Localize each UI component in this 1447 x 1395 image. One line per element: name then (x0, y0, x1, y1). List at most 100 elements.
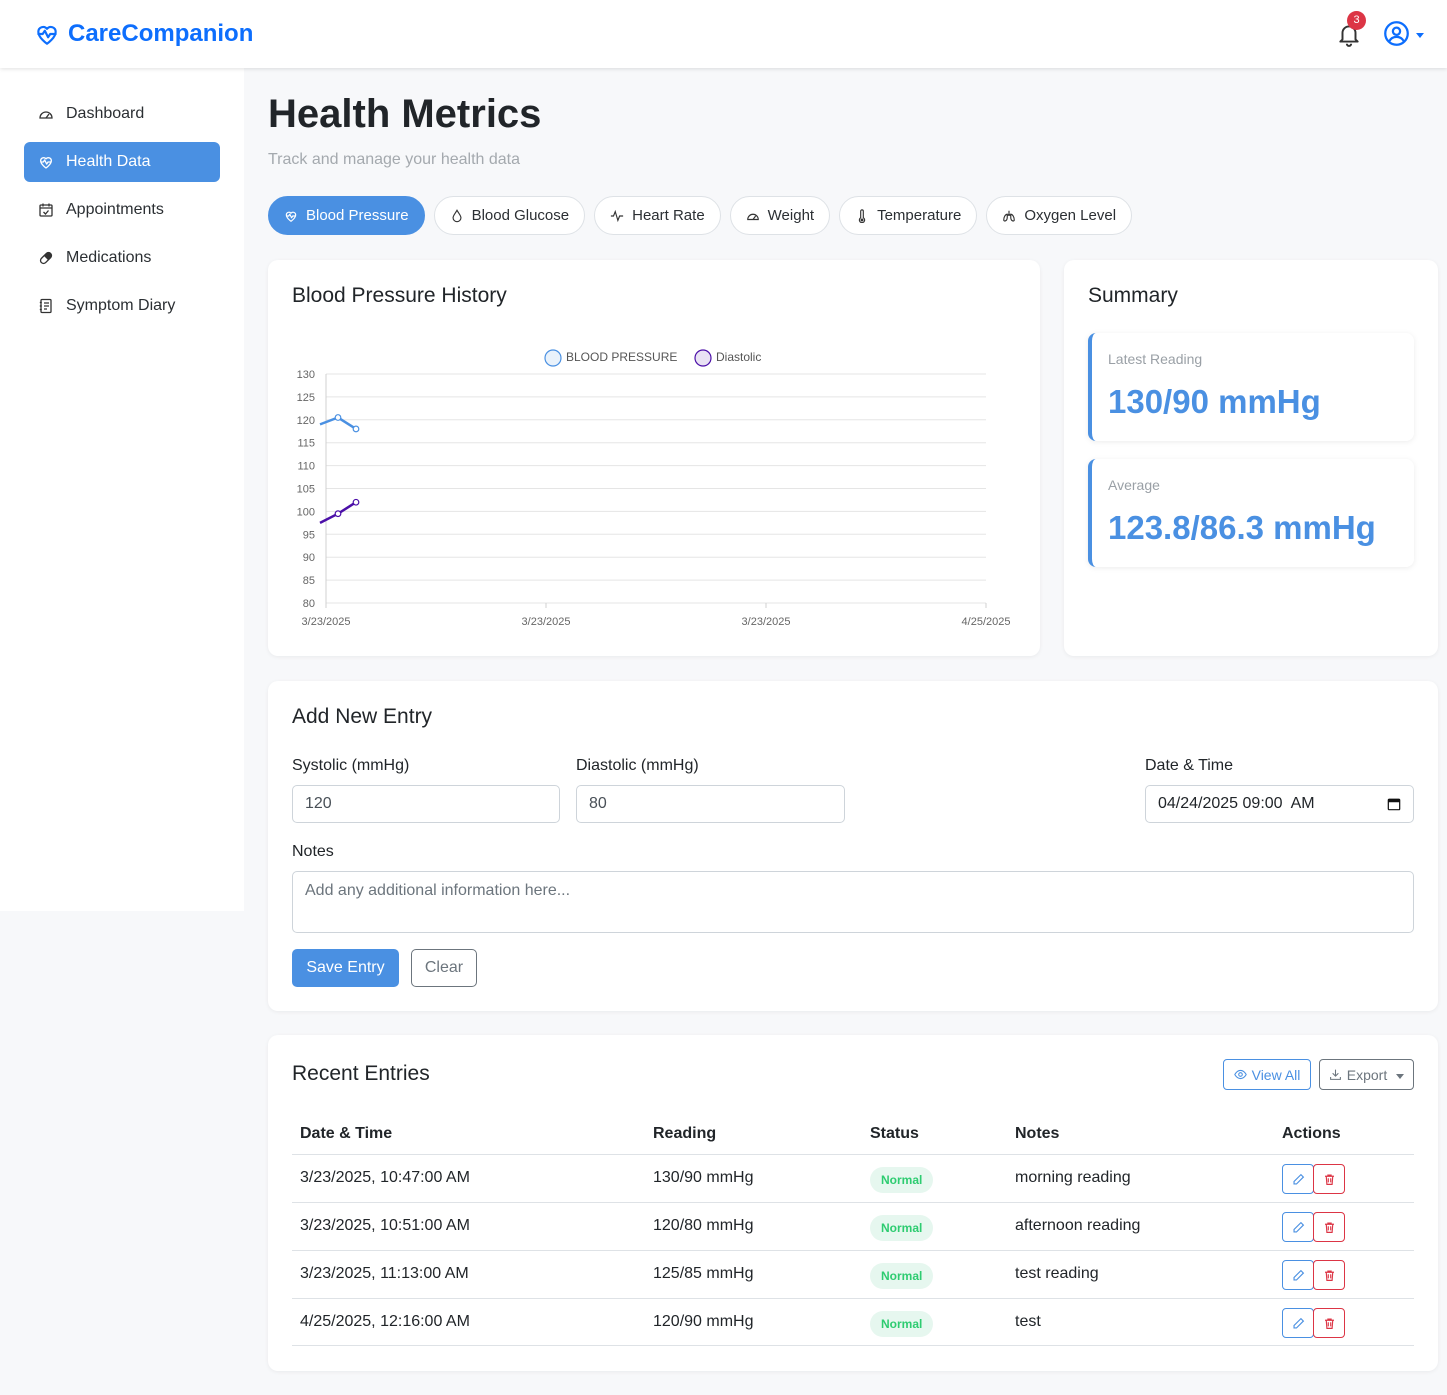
legend-marker (694, 349, 712, 367)
y-tick-label: 100 (297, 506, 315, 518)
datetime-value: 04/24/2025 09:00 AM (1158, 795, 1315, 812)
tab-weight[interactable]: Weight (729, 196, 831, 235)
tab-temperature[interactable]: Temperature (839, 196, 978, 235)
systolic-value: 120 (305, 795, 332, 812)
diastolic-label: Diastolic (mmHg) (576, 757, 699, 774)
x-tick-label: 3/23/2025 (302, 616, 351, 628)
sidebar-item-health-data[interactable]: Health Data (24, 142, 220, 182)
datetime-input[interactable]: 04/24/2025 09:00 AM (1145, 785, 1414, 823)
eye-icon (1233, 1069, 1247, 1080)
chevron-down-icon (1396, 1074, 1405, 1079)
stat-label: Latest Reading (1108, 351, 1203, 367)
trash-icon (1324, 1221, 1334, 1233)
tab-heart-rate[interactable]: Heart Rate (594, 196, 721, 235)
cell-notes: test (1015, 1313, 1041, 1330)
brand-logo[interactable]: CareCompanion (34, 20, 253, 48)
lungs-icon (1003, 210, 1016, 222)
y-tick-label: 105 (297, 484, 315, 496)
trash-icon (1324, 1269, 1334, 1281)
notes-placeholder: Add any additional information here... (305, 882, 571, 899)
systolic-input[interactable]: 120 (292, 785, 560, 823)
calendar-check-icon (39, 203, 53, 217)
trash-icon (1324, 1317, 1334, 1329)
status-badge: Normal (870, 1311, 934, 1337)
sidebar-item-appointments[interactable]: Appointments (24, 190, 220, 230)
edit-button[interactable] (1282, 1308, 1314, 1338)
diastolic-value: 80 (589, 795, 607, 812)
view-all-label: View All (1251, 1066, 1301, 1083)
sidebar-item-label: Medications (66, 249, 152, 266)
tab-label: Blood Glucose (471, 207, 570, 224)
x-tick-label: 4/25/2025 (962, 616, 1011, 628)
notes-label: Notes (292, 843, 334, 860)
notes-textarea[interactable]: Add any additional information here... (292, 871, 1414, 933)
tab-blood-glucose[interactable]: Blood Glucose (433, 196, 586, 235)
average-stat: Average 123.8/86.3 mmHg (1088, 459, 1414, 567)
entry-title: Add New Entry (292, 705, 433, 728)
cell-notes: morning reading (1015, 1169, 1131, 1186)
sidebar-item-label: Dashboard (66, 105, 145, 122)
y-tick-label: 110 (297, 461, 315, 473)
view-all-button[interactable]: View All (1223, 1059, 1311, 1090)
sidebar-item-medications[interactable]: Medications (24, 238, 220, 278)
sidebar-item-dashboard[interactable]: Dashboard (24, 94, 220, 134)
cell-reading: 120/90 mmHg (653, 1313, 754, 1330)
y-tick-label: 80 (303, 598, 315, 610)
status-badge: Normal (870, 1167, 934, 1193)
table-row: 4/25/2025, 12:16:00 AM 120/90 mmHg Norma… (292, 1298, 1414, 1346)
gauge-icon (39, 111, 53, 119)
column-header: Date & Time (300, 1125, 393, 1142)
y-tick-label: 130 (297, 369, 315, 381)
delete-button[interactable] (1313, 1260, 1345, 1290)
edit-button[interactable] (1282, 1164, 1314, 1194)
data-point (352, 425, 360, 433)
clear-button[interactable]: Clear (411, 949, 477, 987)
calendar-icon[interactable] (1387, 797, 1401, 811)
brand-name: CareCompanion (68, 20, 254, 47)
edit-button[interactable] (1282, 1260, 1314, 1290)
sidebar-item-label: Symptom Diary (66, 297, 176, 314)
chevron-down-icon (1416, 33, 1424, 38)
datetime-label: Date & Time (1145, 757, 1234, 774)
tab-blood-pressure[interactable]: Blood Pressure (268, 196, 425, 235)
data-point (352, 498, 360, 506)
sidebar-item-symptom-diary[interactable]: Symptom Diary (24, 286, 220, 326)
sidebar-item-label: Appointments (66, 201, 164, 218)
table-row: 3/23/2025, 11:13:00 AM 125/85 mmHg Norma… (292, 1250, 1414, 1298)
tab-label: Oxygen Level (1024, 207, 1117, 224)
cell-datetime: 3/23/2025, 11:13:00 AM (300, 1265, 469, 1282)
thermometer-icon (858, 208, 866, 223)
delete-button[interactable] (1313, 1212, 1345, 1242)
data-point (334, 510, 342, 518)
summary-title: Summary (1088, 284, 1178, 307)
metric-tabs: Blood Pressure Blood Glucose Heart Rate … (268, 196, 1133, 236)
top-navbar: CareCompanion 3 (0, 0, 1447, 68)
download-icon (1329, 1069, 1341, 1080)
heart-pulse-icon (40, 157, 52, 169)
recent-entries-card: Recent Entries View All Export Date & Ti… (268, 1035, 1438, 1371)
journal-icon (39, 298, 52, 314)
cell-reading: 130/90 mmHg (653, 1169, 754, 1186)
heart-pulse-icon (285, 211, 297, 222)
tab-label: Heart Rate (632, 207, 705, 224)
page-subtitle: Track and manage your health data (268, 151, 521, 168)
x-tick-label: 3/23/2025 (522, 616, 571, 628)
x-tick-label: 3/23/2025 (742, 616, 791, 628)
y-tick-label: 120 (297, 415, 315, 427)
diastolic-input[interactable]: 80 (576, 785, 845, 823)
cell-datetime: 4/25/2025, 12:16:00 AM (300, 1313, 470, 1330)
y-tick-label: 85 (303, 575, 315, 587)
tab-label: Blood Pressure (306, 207, 409, 224)
save-entry-button[interactable]: Save Entry (292, 949, 399, 987)
cell-reading: 125/85 mmHg (653, 1265, 754, 1282)
edit-button[interactable] (1282, 1212, 1314, 1242)
export-button[interactable]: Export (1319, 1059, 1414, 1090)
sidebar: Dashboard Health Data Appointments Medic… (0, 68, 244, 911)
delete-button[interactable] (1313, 1308, 1345, 1338)
table-row: 3/23/2025, 10:47:00 AM 130/90 mmHg Norma… (292, 1154, 1414, 1202)
delete-button[interactable] (1313, 1164, 1345, 1194)
tab-oxygen-level[interactable]: Oxygen Level (986, 196, 1133, 235)
user-menu[interactable] (1383, 20, 1424, 47)
activity-icon (611, 209, 624, 222)
tab-label: Temperature (877, 207, 962, 224)
